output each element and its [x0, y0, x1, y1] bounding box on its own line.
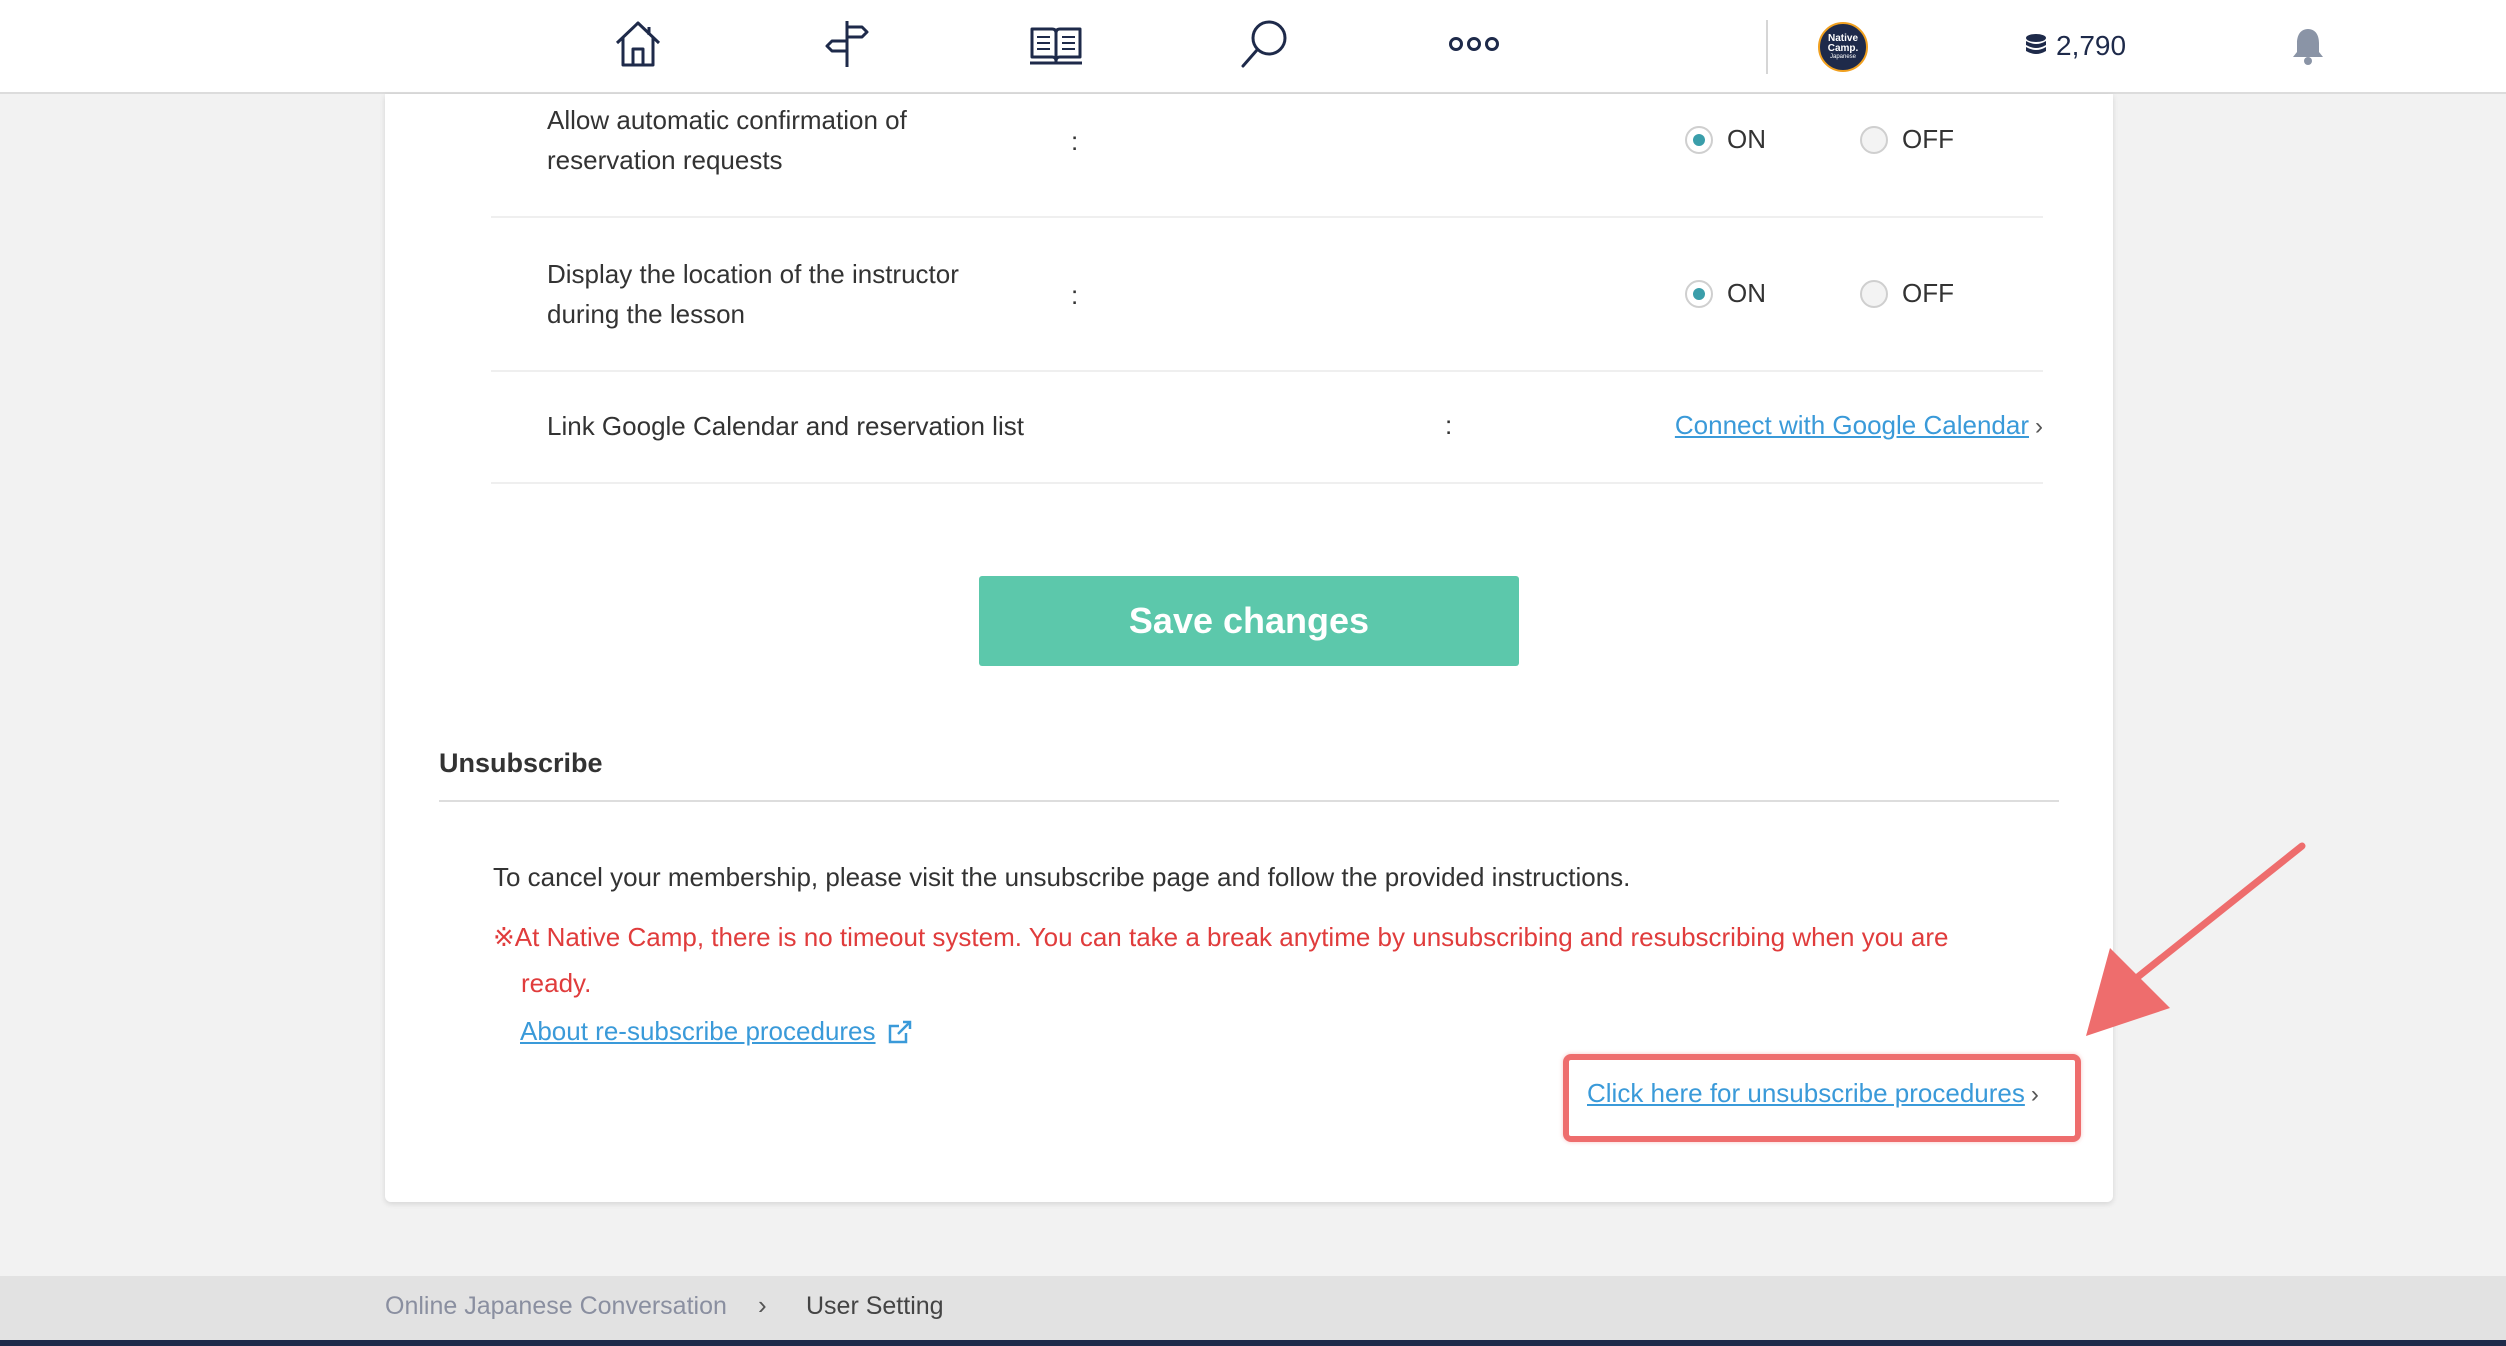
avatar-line2: Camp. — [1827, 42, 1859, 54]
top-navigation-bar: Native Camp. Japanese 2,790 — [0, 0, 2506, 94]
radio-button-off[interactable] — [1860, 125, 1888, 154]
save-changes-button[interactable]: Save changes — [979, 576, 1519, 666]
book-icon[interactable] — [1024, 12, 1088, 76]
radio-button-off[interactable] — [1860, 279, 1888, 308]
radio-button-on[interactable] — [1685, 279, 1713, 308]
radio-label-on: ON — [1727, 124, 1766, 154]
external-link-icon — [888, 1020, 911, 1043]
coin-count: 2,790 — [2056, 30, 2127, 61]
resubscribe-procedures-link[interactable]: About re-subscribe procedures — [520, 1016, 914, 1047]
radio-label-on: ON — [1727, 278, 1766, 308]
radio-option-off[interactable]: OFF — [1860, 278, 1954, 309]
footer-strip — [0, 1340, 2506, 1346]
setting-colon: : — [1445, 410, 1453, 440]
setting-colon: : — [1071, 126, 1079, 156]
chevron-right-icon: › — [2030, 1081, 2039, 1108]
breadcrumb-current: User Setting — [806, 1292, 944, 1320]
radio-option-on[interactable]: ON — [1685, 124, 1766, 155]
more-icon[interactable] — [1442, 12, 1506, 76]
search-icon[interactable] — [1233, 12, 1297, 76]
radio-label-off: OFF — [1902, 124, 1954, 154]
breadcrumb: Online Japanese Conversation › User Sett… — [0, 1276, 2506, 1340]
setting-row-instructor-location: Display the location of the instructor d… — [491, 218, 2043, 372]
setting-row-auto-confirm: Allow automatic confirmation of reservat… — [491, 94, 2043, 218]
unsubscribe-note-line2: ready. — [521, 968, 592, 998]
unsubscribe-note-line1: ※At Native Camp, there is no timeout sys… — [493, 922, 1949, 952]
breadcrumb-separator-icon: › — [758, 1290, 767, 1320]
unsubscribe-heading: Unsubscribe — [439, 748, 603, 778]
radio-button-on[interactable] — [1685, 125, 1713, 154]
radio-option-off[interactable]: OFF — [1860, 124, 1954, 155]
chevron-right-icon: › — [2035, 413, 2043, 440]
signpost-icon[interactable] — [815, 12, 879, 76]
coin-balance[interactable]: 2,790 — [2024, 26, 2126, 66]
connect-google-calendar-label: Connect with Google Calendar — [1674, 410, 2029, 440]
connect-google-calendar-link[interactable]: Connect with Google Calendar › — [1675, 410, 2043, 441]
breadcrumb-home-link[interactable]: Online Japanese Conversation — [385, 1292, 727, 1321]
avatar-line3: Japanese — [1829, 53, 1857, 60]
radio-option-on[interactable]: ON — [1685, 278, 1766, 309]
unsubscribe-note: ※At Native Camp, there is no timeout sys… — [493, 914, 2033, 1006]
setting-row-google-calendar: Link Google Calendar and reservation lis… — [491, 372, 2043, 484]
bell-icon[interactable] — [2286, 24, 2330, 68]
unsubscribe-procedures-link[interactable]: Click here for unsubscribe procedures › — [1587, 1078, 2039, 1109]
avatar-line1: Native — [1827, 32, 1858, 44]
setting-label: Display the location of the instructor d… — [547, 259, 959, 329]
nav-divider — [1766, 20, 1768, 74]
unsubscribe-procedures-label: Click here for unsubscribe procedures — [1587, 1078, 2025, 1108]
coin-stack-icon — [2026, 34, 2046, 54]
setting-label: Allow automatic confirmation of reservat… — [547, 105, 907, 175]
setting-colon: : — [1071, 280, 1079, 310]
home-icon[interactable] — [606, 12, 670, 76]
resubscribe-procedures-label: About re-subscribe procedures — [520, 1016, 876, 1046]
settings-card: Allow automatic confirmation of reservat… — [385, 94, 2113, 1202]
section-divider — [439, 800, 2059, 802]
avatar[interactable]: Native Camp. Japanese — [1818, 22, 1868, 72]
radio-label-off: OFF — [1902, 278, 1954, 308]
unsubscribe-description: To cancel your membership, please visit … — [493, 862, 1631, 892]
setting-label: Link Google Calendar and reservation lis… — [547, 411, 1024, 441]
